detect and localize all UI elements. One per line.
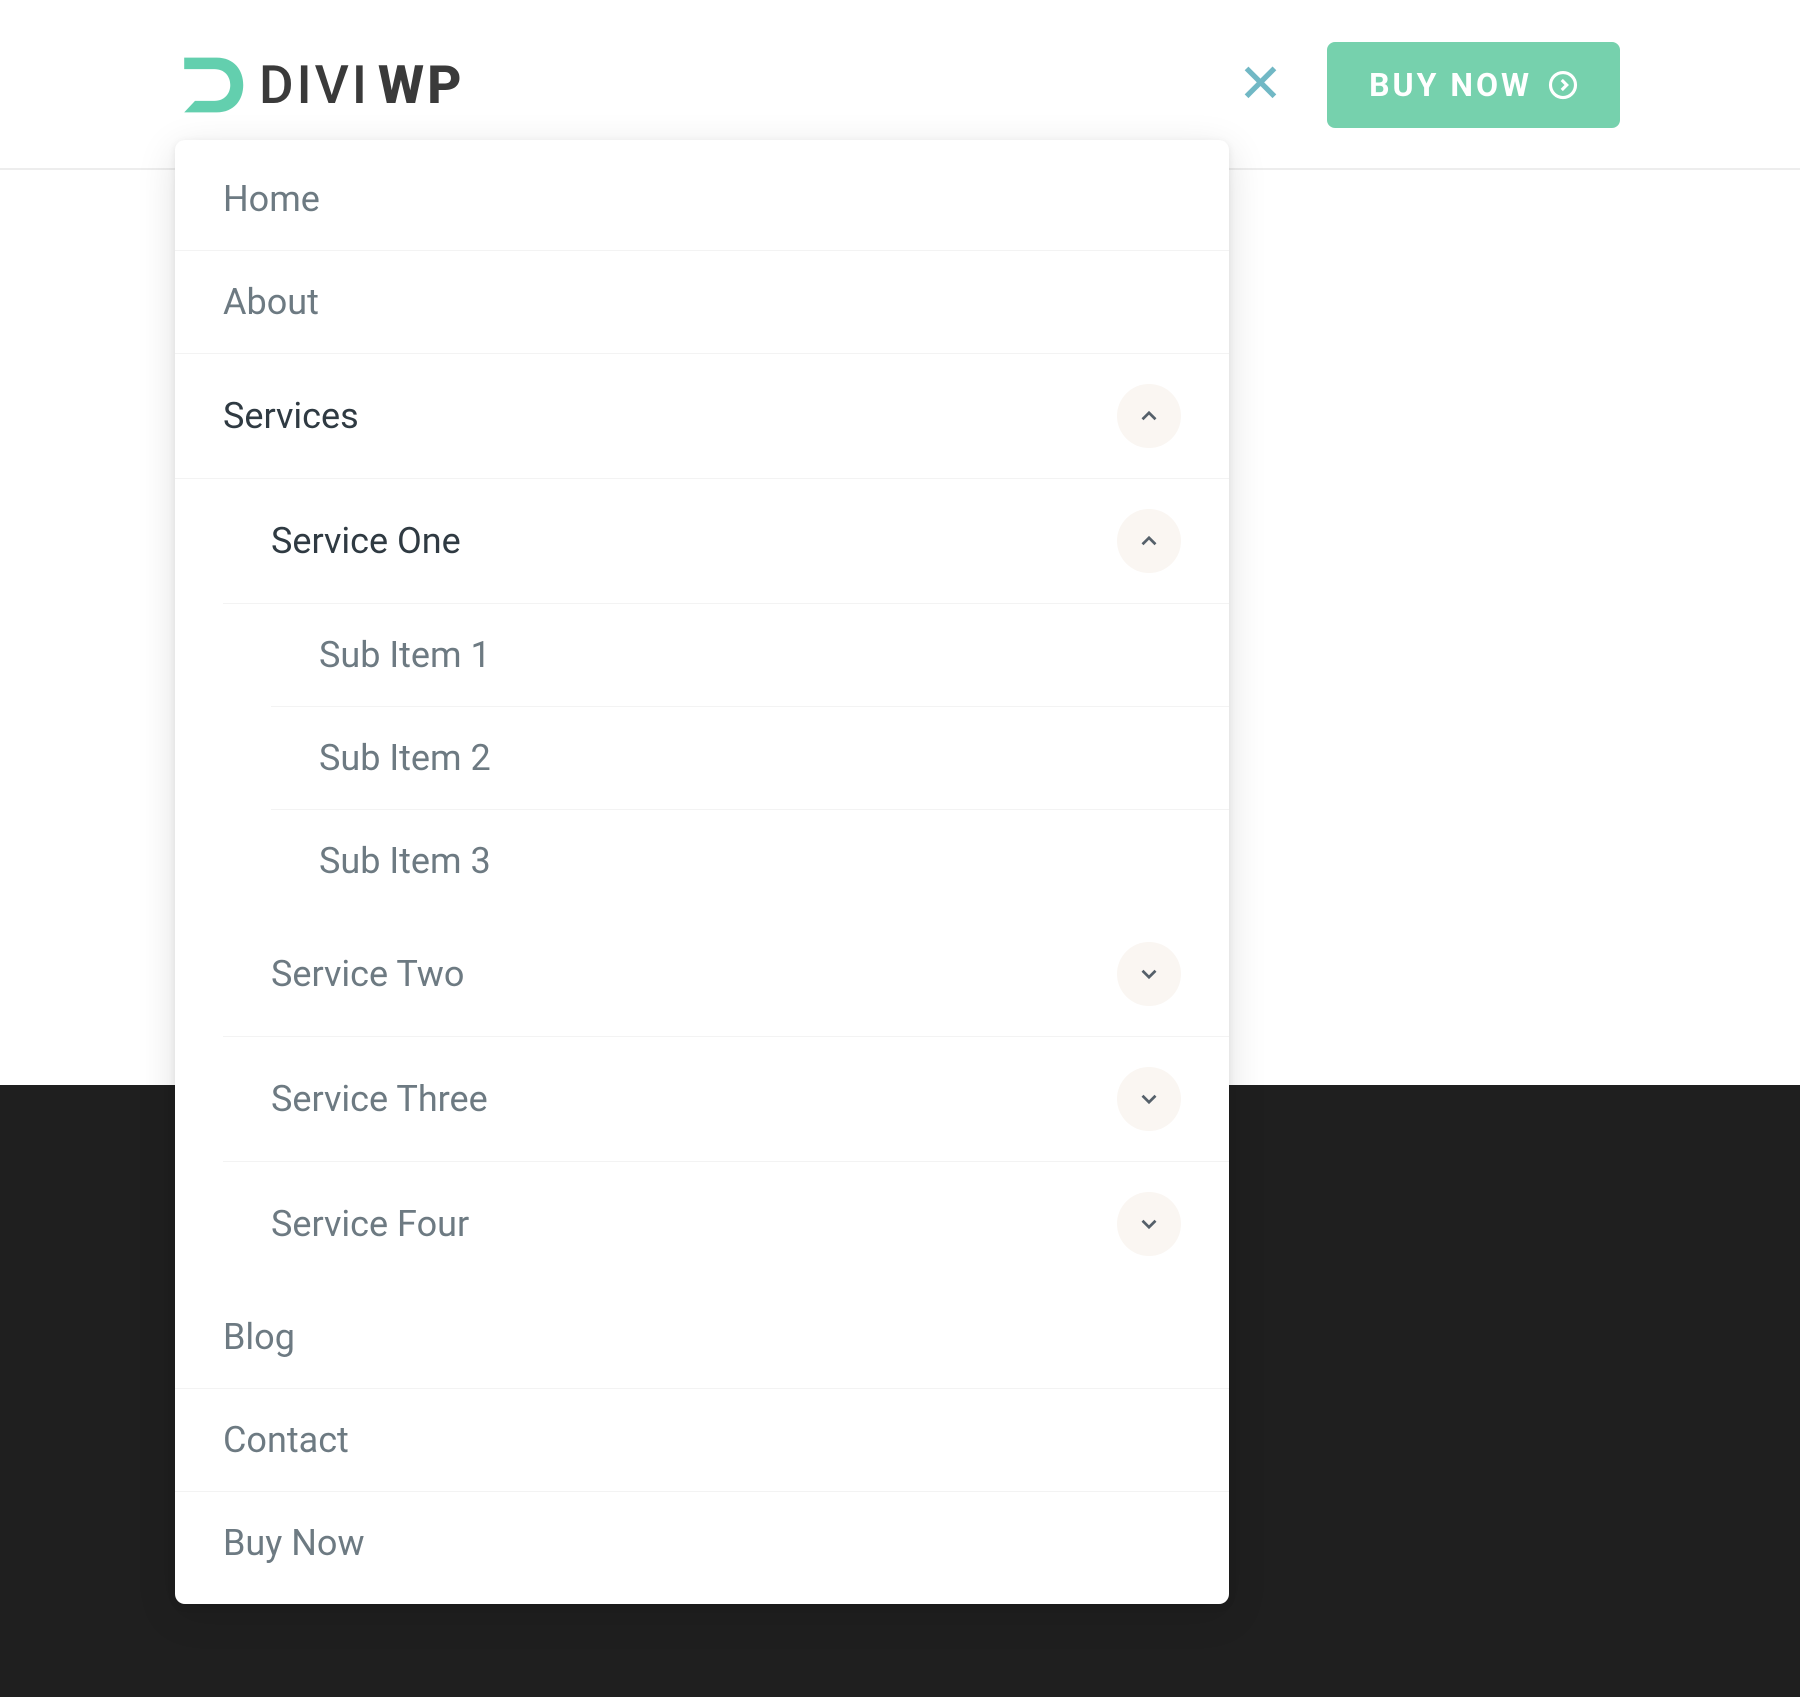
chevron-down-icon [1136,1086,1162,1112]
collapse-toggle[interactable] [1117,509,1181,573]
menu-item-about[interactable]: About [175,251,1229,354]
services-submenu: Service One Sub Item 1 Sub Item 2 Sub It… [175,479,1229,1286]
expand-toggle[interactable] [1117,1067,1181,1131]
menu-label: Contact [223,1419,349,1461]
menu-item-services[interactable]: Services [175,354,1229,479]
collapse-toggle[interactable] [1117,384,1181,448]
menu-item-sub-3[interactable]: Sub Item 3 [271,810,1229,912]
menu-item-blog[interactable]: Blog [175,1286,1229,1389]
menu-item-service-one[interactable]: Service One [223,479,1229,604]
buy-now-button[interactable]: BUY NOW [1327,42,1620,128]
logo-d-icon [175,49,251,121]
menu-item-home[interactable]: Home [175,148,1229,251]
menu-label: Service One [271,520,461,562]
menu-item-sub-2[interactable]: Sub Item 2 [271,707,1229,810]
service-one-submenu: Sub Item 1 Sub Item 2 Sub Item 3 [223,604,1229,912]
menu-label: Services [223,395,359,437]
chevron-down-icon [1136,1211,1162,1237]
menu-item-service-two[interactable]: Service Two [223,912,1229,1037]
menu-item-buy-now[interactable]: Buy Now [175,1492,1229,1594]
close-icon[interactable]: ✕ [1238,58,1283,112]
menu-label: About [223,281,319,323]
chevron-circle-right-icon [1548,70,1578,100]
menu-item-sub-1[interactable]: Sub Item 1 [271,604,1229,707]
mobile-menu-panel: Home About Services Service One Sub Item… [175,140,1229,1604]
header-right: ✕ BUY NOW [1238,42,1620,128]
menu-label: Blog [223,1316,295,1358]
menu-label: Sub Item 1 [319,634,491,676]
menu-item-service-three[interactable]: Service Three [223,1037,1229,1162]
menu-label: Service Two [271,953,464,995]
menu-item-service-four[interactable]: Service Four [223,1162,1229,1286]
chevron-up-icon [1136,403,1162,429]
expand-toggle[interactable] [1117,942,1181,1006]
brand-logo[interactable]: DIVIWP [175,49,464,121]
menu-label: Sub Item 3 [319,840,491,882]
chevron-down-icon [1136,961,1162,987]
menu-label: Home [223,178,320,220]
chevron-up-icon [1136,528,1162,554]
menu-label: Service Four [271,1203,469,1245]
expand-toggle[interactable] [1117,1192,1181,1256]
menu-label: Service Three [271,1078,488,1120]
menu-label: Sub Item 2 [319,737,491,779]
brand-text-divi: DIVI [259,54,370,116]
menu-label: Buy Now [223,1522,365,1564]
brand-text-wp: WP [378,54,465,116]
buy-now-label: BUY NOW [1369,66,1532,104]
menu-item-contact[interactable]: Contact [175,1389,1229,1492]
